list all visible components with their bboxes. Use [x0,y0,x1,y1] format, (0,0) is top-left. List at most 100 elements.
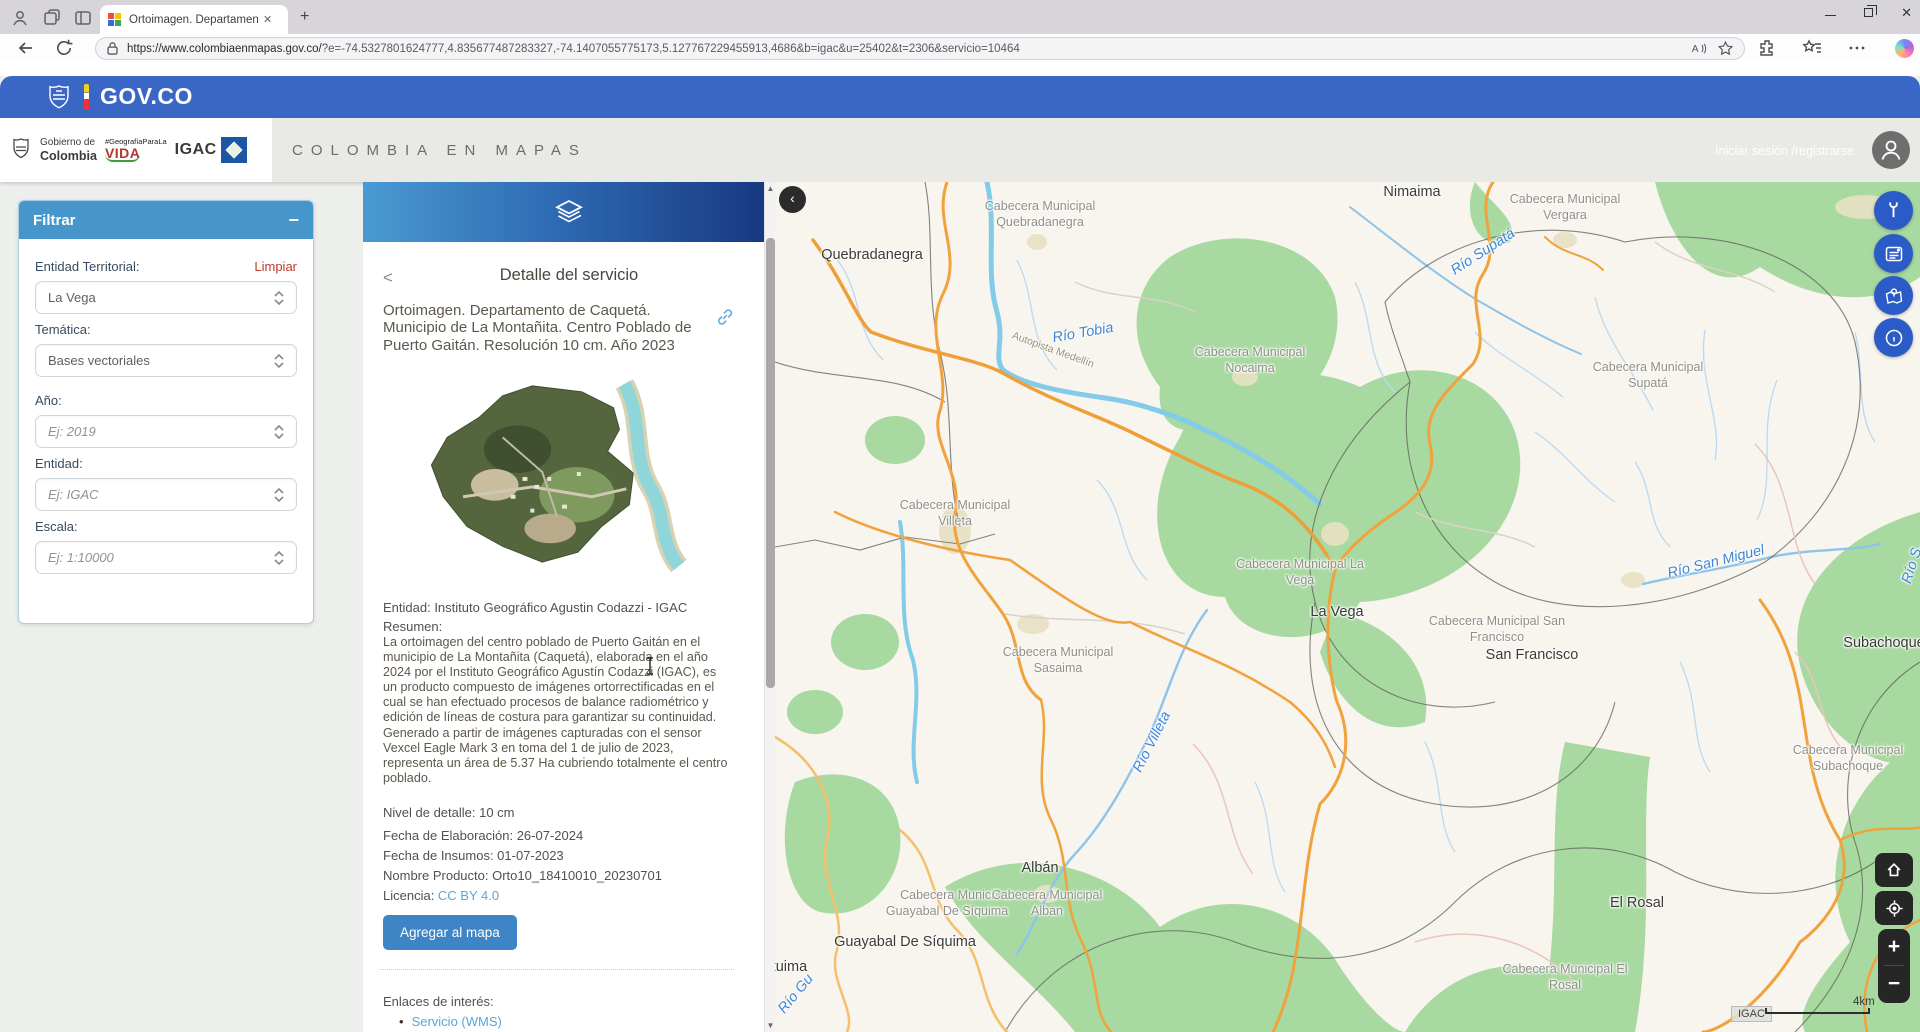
window-restore-button[interactable] [1864,8,1873,17]
lock-icon [106,41,119,56]
window-close-button[interactable]: ✕ [1901,6,1912,19]
gobierno-logo: Gobierno deColombia [40,137,97,163]
profile-icon[interactable] [10,8,30,28]
entity-line: Entidad: Instituto Geográfico Agustin Co… [383,600,687,615]
fecha-insumos-line: Fecha de Insumos: 01-07-2023 [383,848,564,863]
locate-button[interactable] [1875,891,1913,925]
tab-groups-icon[interactable] [42,8,62,28]
field-label: Escala: [35,519,78,534]
govco-pipe [84,84,89,110]
basemap-button[interactable] [1874,276,1913,315]
summary-text: La ortoimagen del centro poblado de Puer… [383,635,731,786]
browser-tab[interactable]: Ortoimagen. Departamento de C ✕ [100,5,288,34]
extensions-icon[interactable] [1757,38,1777,58]
layer-list-icon [1884,244,1904,264]
licencia-link[interactable]: CC BY 4.0 [438,888,499,903]
vertical-tabs-icon[interactable] [73,8,93,28]
select-chevrons-icon [272,353,286,369]
svg-text:A: A [1692,44,1699,55]
fecha-elaboracion-line: Fecha de Elaboración: 26-07-2024 [383,828,583,843]
basemap-pin-icon [1884,286,1904,306]
escala-select[interactable]: Ej: 1:10000 [35,541,297,574]
links-label: Enlaces de interés: [383,994,494,1009]
field-label: Entidad Territorial: [35,259,140,274]
tab-favicon-icon [108,13,122,27]
entidad-select[interactable]: Ej: IGAC [35,478,297,511]
map-graphics [775,182,1920,1032]
home-button[interactable] [1875,853,1913,887]
more-menu-icon[interactable] [1847,38,1867,58]
site-title: COLOMBIA EN MAPAS [292,142,587,159]
zoom-out-button[interactable]: − [1878,966,1910,1002]
detail-scrollbar[interactable]: ▲ ▼ [764,182,775,1032]
info-button[interactable] [1874,318,1913,357]
read-aloud-icon[interactable]: A [1690,40,1707,57]
service-title: Ortoimagen. Departamento de Caquetá. Mun… [383,302,708,354]
permalink-icon[interactable] [715,307,735,327]
summary-label: Resumen: [383,619,442,634]
refresh-icon[interactable] [54,38,74,58]
filter-panel: Filtrar − Entidad Territorial: Limpiar L… [18,200,314,624]
zoom-control: + − [1878,929,1910,1003]
tab-strip: Ortoimagen. Departamento de C ✕ + ✕ [0,0,1920,34]
igac-logo: IGAC [175,137,247,163]
collapse-minus-icon[interactable]: − [288,213,299,227]
select-chevrons-icon [272,290,286,306]
user-avatar-icon[interactable] [1872,131,1910,169]
ortho-thumbnail[interactable] [382,378,750,572]
colombia-crest-icon [45,83,73,111]
url-text: https://www.colombiaenmapas.gov.co/?e=-7… [127,43,1680,55]
add-to-map-button[interactable]: Agregar al mapa [383,915,517,950]
tab-close-icon[interactable]: ✕ [263,13,272,26]
tools-wrench-button[interactable] [1874,191,1913,230]
tools-wrench-icon [1884,201,1903,220]
favorite-star-icon[interactable] [1717,40,1734,57]
field-label: Temática: [35,322,91,337]
nombre-producto-line: Nombre Producto: Orto10_18410010_2023070… [383,868,662,883]
back-icon[interactable] [16,38,36,58]
detail-level-line: Nivel de detalle: 10 cm [383,805,515,820]
copilot-icon[interactable] [1895,39,1914,58]
info-icon [1884,328,1904,348]
scale-label: 4km [1853,996,1875,1008]
text-cursor [645,657,655,675]
igac-diamond-icon [221,137,247,163]
new-tab-button[interactable]: + [300,9,309,25]
zoom-in-button[interactable]: + [1878,929,1910,965]
tab-title: Ortoimagen. Departamento de C [129,14,259,26]
entidad-territorial-select[interactable]: La Vega [35,281,297,314]
window-minimize-button[interactable] [1825,15,1836,17]
home-icon [1885,861,1903,879]
scale-bar [1765,1008,1870,1014]
select-chevrons-icon [272,550,286,566]
scrollbar-thumb[interactable] [766,238,775,688]
licencia-line: Licencia: CC BY 4.0 [383,888,499,903]
page-top-strip [0,62,1920,76]
panel-collapse-button[interactable]: ‹ [779,186,806,213]
field-label: Entidad: [35,456,83,471]
service-detail-panel: < Detalle del servicio Ortoimagen. Depar… [363,182,775,1032]
select-chevrons-icon [272,424,286,440]
geografia-vida-logo: #GeografíaParaLaVIDA [105,138,167,162]
url-bar[interactable]: https://www.colombiaenmapas.gov.co/?e=-7… [95,37,1745,60]
map-canvas[interactable]: NimaimaQuebradanegraLa VegaSan Francisco… [775,182,1920,1032]
detail-panel-header [363,182,775,242]
clear-filters-link[interactable]: Limpiar [254,259,297,274]
govco-banner: GOV.CO [0,76,1920,118]
browser-chrome: Ortoimagen. Departamento de C ✕ + ✕ http… [0,0,1920,62]
field-label: Año: [35,393,62,408]
layer-list-button[interactable] [1874,234,1913,273]
select-chevrons-icon [272,487,286,503]
locate-icon [1885,899,1904,918]
govco-brand: GOV.CO [100,83,193,110]
anio-select[interactable]: Ej: 2019 [35,415,297,448]
wms-service-link[interactable]: Servicio (WMS) [399,1014,502,1029]
filter-panel-header[interactable]: Filtrar − [19,201,313,239]
collections-icon[interactable] [1802,38,1822,58]
gobierno-crest-icon [10,137,32,163]
site-header: Gobierno deColombia #GeografíaParaLaVIDA… [0,118,1920,182]
layers-icon [554,199,584,225]
login-link[interactable]: Iniciar sesión /registrarse [1715,144,1854,158]
divider [379,969,734,970]
tematica-select[interactable]: Bases vectoriales [35,344,297,377]
